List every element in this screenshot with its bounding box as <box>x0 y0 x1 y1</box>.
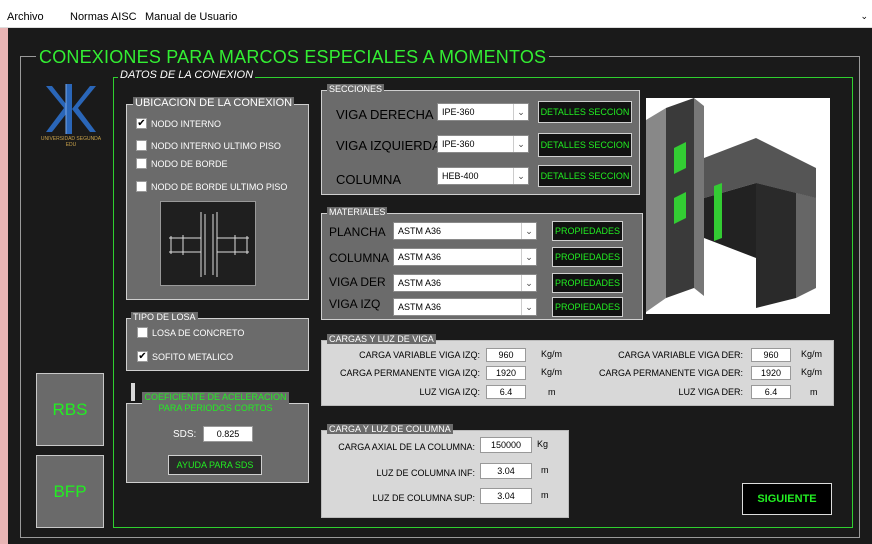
sds-panel-marker <box>131 383 135 401</box>
columna-material-label: COLUMNA <box>329 251 390 265</box>
columna-material-select[interactable]: ASTM A36 ⌄ <box>393 248 537 266</box>
luz-columna-inf-label: LUZ DE COLUMNA INF: <box>376 468 475 478</box>
checkbox-nodo-borde-ultimo-piso[interactable]: NODO DE BORDE ULTIMO PISO <box>136 181 287 192</box>
university-logo: UNIVERSIDAD SEGUNDA EDU <box>36 80 106 152</box>
chevron-down-icon: ⌄ <box>521 249 536 265</box>
sds-label: SDS: <box>173 429 197 440</box>
carga-axial-label: CARGA AXIAL DE LA COLUMNA: <box>338 442 475 452</box>
node-diagram-icon <box>169 212 249 277</box>
cargas-viga-title: CARGAS Y LUZ DE VIGA <box>327 334 436 344</box>
viga-izquierda-select[interactable]: IPE-360 ⌄ <box>437 135 529 153</box>
chevron-down-icon: ⌄ <box>513 104 528 120</box>
connection-3d-image <box>646 98 830 314</box>
luz-viga-der-label: LUZ VIGA DER: <box>678 387 743 397</box>
datos-conexion-title: DATOS DE LA CONEXION <box>118 69 256 81</box>
window-edge <box>0 28 8 544</box>
page-title: CONEXIONES PARA MARCOS ESPECIALES A MOME… <box>36 47 550 68</box>
carga-variable-der-unit: Kg/m <box>801 349 823 359</box>
ubicacion-title: UBICACION DE LA CONEXION <box>133 97 295 109</box>
carga-permanente-izq-unit: Kg/m <box>541 367 563 377</box>
viga-derecha-label: VIGA DERECHA <box>336 107 434 122</box>
luz-columna-sup-input[interactable]: 3.04 <box>480 488 532 504</box>
logo-caption: UNIVERSIDAD SEGUNDA EDU <box>40 136 102 148</box>
cargas-columna-title: CARGA Y LUZ DE COLUMNA <box>327 424 453 434</box>
beam-column-3d-icon <box>646 98 816 312</box>
connection-diagram <box>160 201 256 286</box>
propiedades-columna-button[interactable]: PROPIEDADES <box>552 247 623 267</box>
checkbox-icon[interactable] <box>136 158 147 169</box>
luz-viga-der-unit: m <box>810 387 818 397</box>
plancha-label: PLANCHA <box>329 225 386 239</box>
carga-permanente-der-input[interactable]: 1920 <box>751 366 791 380</box>
carga-permanente-der-unit: Kg/m <box>801 367 823 377</box>
checkbox-losa-concreto[interactable]: LOSA DE CONCRETO <box>137 327 244 338</box>
detalles-viga-izquierda-button[interactable]: DETALLES SECCION <box>538 133 632 157</box>
carga-variable-izq-input[interactable]: 960 <box>486 348 526 362</box>
rbs-button[interactable]: RBS <box>36 373 104 446</box>
chevron-down-icon: ⌄ <box>521 299 536 315</box>
menu-overflow-icon[interactable]: ⌄ <box>860 11 868 22</box>
propiedades-plancha-button[interactable]: PROPIEDADES <box>552 221 623 241</box>
viga-derecha-select[interactable]: IPE-360 ⌄ <box>437 103 529 121</box>
menu-normas-aisc[interactable]: Normas AISC <box>70 11 137 23</box>
propiedades-viga-der-button[interactable]: PROPIEDADES <box>552 273 623 293</box>
luz-viga-der-input[interactable]: 6.4 <box>751 385 791 399</box>
carga-variable-izq-unit: Kg/m <box>541 349 563 359</box>
chevron-down-icon: ⌄ <box>521 223 536 239</box>
chevron-down-icon: ⌄ <box>513 136 528 152</box>
luz-columna-sup-unit: m <box>541 490 549 500</box>
checkbox-nodo-interno[interactable]: ✔ NODO INTERNO <box>136 118 221 129</box>
checkbox-checked-icon[interactable]: ✔ <box>136 118 147 129</box>
carga-axial-unit: Kg <box>537 439 549 449</box>
checkbox-icon[interactable] <box>137 327 148 338</box>
sds-title: COEFICIENTE DE ACELERACION PARA PERIODOS… <box>142 392 289 414</box>
ayuda-sds-button[interactable]: AYUDA PARA SDS <box>168 455 262 475</box>
plancha-material-select[interactable]: ASTM A36 ⌄ <box>393 222 537 240</box>
detalles-viga-derecha-button[interactable]: DETALLES SECCION <box>538 101 632 123</box>
chevron-down-icon: ⌄ <box>513 168 528 184</box>
losa-panel <box>126 318 309 371</box>
chevron-down-icon: ⌄ <box>521 275 536 291</box>
checkbox-nodo-borde[interactable]: NODO DE BORDE <box>136 158 228 169</box>
carga-permanente-der-label: CARGA PERMANENTE VIGA DER: <box>598 368 743 378</box>
viga-der-material-label: VIGA DER <box>329 275 386 289</box>
luz-viga-izq-input[interactable]: 6.4 <box>486 385 526 399</box>
viga-izq-material-select[interactable]: ASTM A36 ⌄ <box>393 298 537 316</box>
carga-variable-der-input[interactable]: 960 <box>751 348 791 362</box>
menu-bar: Archivo Normas AISC Manual de Usuario ⌄ <box>0 0 872 28</box>
columna-select[interactable]: HEB-400 ⌄ <box>437 167 529 185</box>
viga-izquierda-label: VIGA IZQUIERDA <box>336 138 441 153</box>
losa-title: TIPO DE LOSA <box>131 312 198 322</box>
carga-permanente-izq-label: CARGA PERMANENTE VIGA IZQ: <box>339 368 480 378</box>
checkbox-checked-icon[interactable]: ✔ <box>137 351 148 362</box>
sds-input[interactable]: 0.825 <box>203 426 253 442</box>
luz-viga-izq-label: LUZ VIGA IZQ: <box>419 387 480 397</box>
propiedades-viga-izq-button[interactable]: PROPIEDADES <box>552 297 623 317</box>
viga-der-material-select[interactable]: ASTM A36 ⌄ <box>393 274 537 292</box>
luz-viga-izq-unit: m <box>548 387 556 397</box>
bfp-button[interactable]: BFP <box>36 455 104 528</box>
checkbox-sofito-metalico[interactable]: ✔ SOFITO METALICO <box>137 351 233 362</box>
carga-axial-input[interactable]: 150000 <box>480 437 532 453</box>
checkbox-icon[interactable] <box>136 181 147 192</box>
carga-variable-izq-label: CARGA VARIABLE VIGA IZQ: <box>359 350 480 360</box>
luz-columna-inf-input[interactable]: 3.04 <box>480 463 532 479</box>
menu-archivo[interactable]: Archivo <box>7 11 44 23</box>
secciones-title: SECCIONES <box>327 84 385 94</box>
checkbox-icon[interactable] <box>136 140 147 151</box>
siguiente-button[interactable]: SIGUIENTE <box>742 483 832 515</box>
detalles-columna-button[interactable]: DETALLES SECCION <box>538 165 632 187</box>
carga-permanente-izq-input[interactable]: 1920 <box>486 366 526 380</box>
carga-variable-der-label: CARGA VARIABLE VIGA DER: <box>618 350 743 360</box>
menu-manual-usuario[interactable]: Manual de Usuario <box>145 11 237 23</box>
viga-izq-material-label: VIGA IZQ <box>329 297 381 311</box>
luz-columna-sup-label: LUZ DE COLUMNA SUP: <box>372 493 475 503</box>
checkbox-nodo-interno-ultimo-piso[interactable]: NODO INTERNO ULTIMO PISO <box>136 140 281 151</box>
luz-columna-inf-unit: m <box>541 465 549 475</box>
materiales-title: MATERIALES <box>327 207 388 217</box>
columna-label: COLUMNA <box>336 172 402 187</box>
